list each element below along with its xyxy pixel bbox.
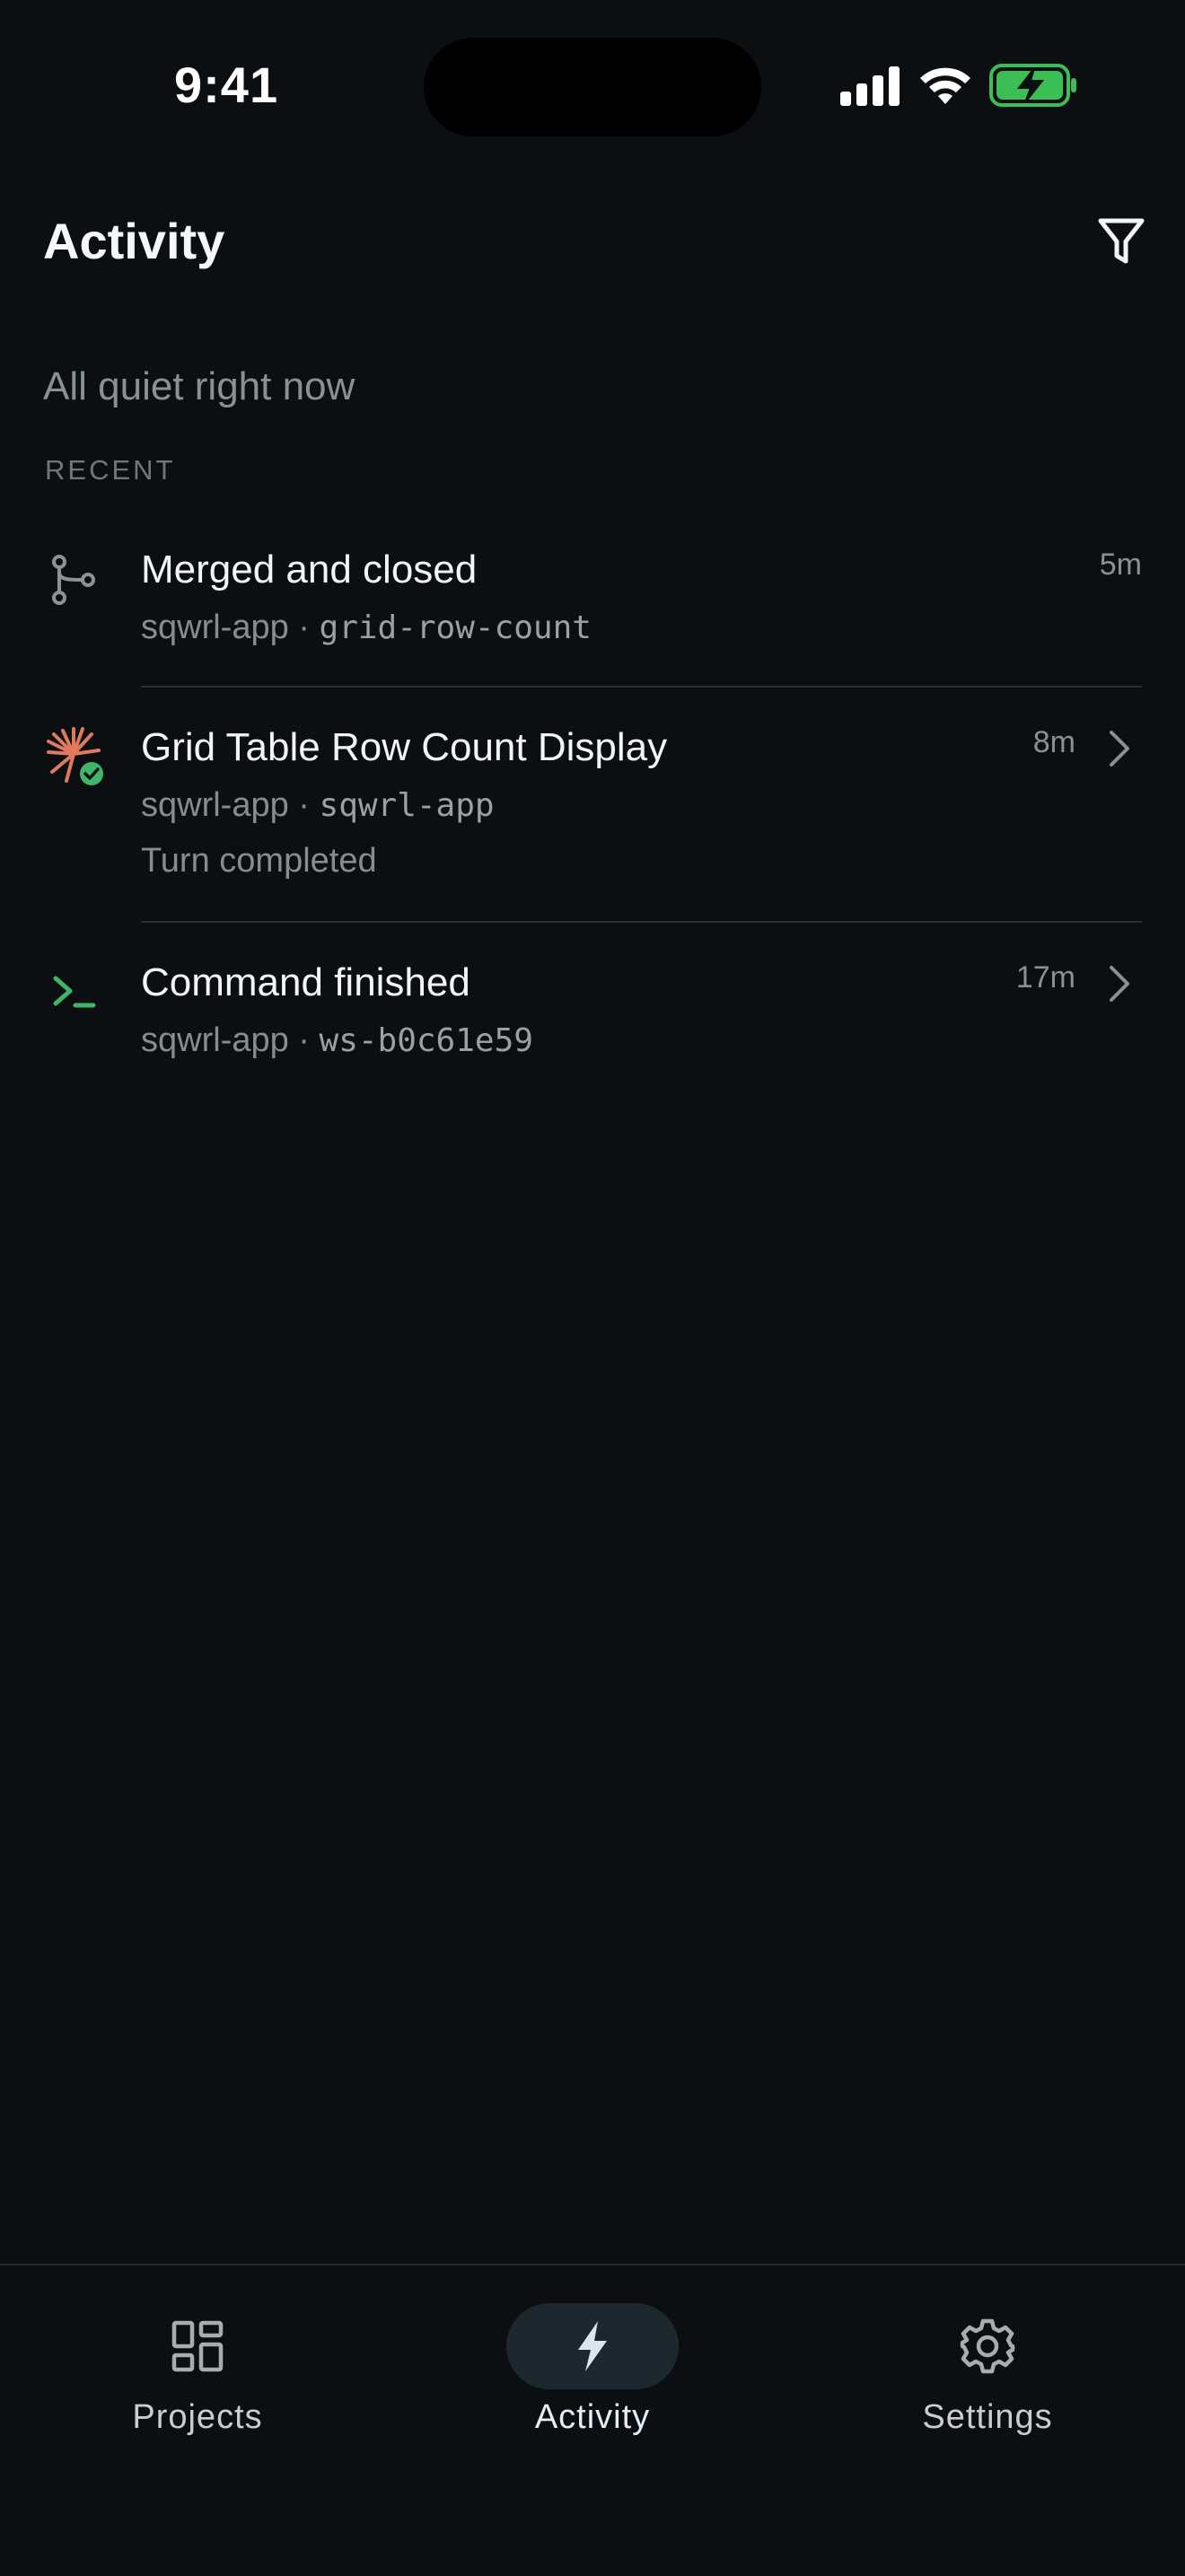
tab-projects[interactable]: Projects — [63, 2298, 332, 2495]
tab-icon-container — [111, 2303, 284, 2389]
activity-project: sqwrl-app — [141, 1021, 289, 1059]
tab-settings[interactable]: Settings — [853, 2298, 1122, 2495]
activity-time: 5m — [1099, 548, 1142, 582]
divider — [141, 921, 1142, 923]
tab-icon-container — [506, 2303, 679, 2389]
git-merge-icon — [52, 555, 95, 605]
terminal-prompt-icon — [53, 976, 96, 1008]
tab-activity[interactable]: Activity — [458, 2298, 727, 2495]
activity-ref: grid-row-count — [319, 609, 592, 646]
separator: · — [298, 609, 310, 646]
activity-subtitle: sqwrl-app · ws-b0c61e59 — [141, 1021, 533, 1060]
activity-subtitle: sqwrl-app · sqwrl-app — [141, 786, 495, 825]
section-label-recent: RECENT — [45, 454, 176, 486]
empty-state-text: All quiet right now — [43, 364, 356, 408]
chevron-right-icon — [1110, 966, 1129, 1002]
tab-label: Activity — [534, 2398, 651, 2436]
separator: · — [298, 786, 310, 824]
activity-title: Command finished — [141, 960, 470, 1004]
projects-grid-icon — [171, 2320, 224, 2372]
activity-status: Turn completed — [141, 842, 377, 880]
activity-row-merged[interactable]: Merged and closed sqwrl-app · grid-row-c… — [0, 521, 1185, 688]
tab-label: Settings — [922, 2398, 1053, 2436]
activity-ref: ws-b0c61e59 — [319, 1022, 533, 1059]
divider — [141, 686, 1142, 688]
filter-icon — [1098, 218, 1145, 264]
filter-button[interactable] — [1092, 212, 1151, 271]
wifi-icon — [920, 67, 970, 104]
dynamic-island — [424, 38, 761, 136]
tab-icon-container — [901, 2303, 1074, 2389]
battery-charging-icon — [989, 64, 1076, 107]
separator: · — [298, 1021, 310, 1059]
agent-burst-icon — [47, 727, 106, 788]
activity-row-agent-turn[interactable]: Grid Table Row Count Display sqwrl-app ·… — [0, 689, 1185, 921]
page-title: Activity — [43, 213, 225, 269]
activity-ref: sqwrl-app — [319, 787, 495, 824]
activity-title: Grid Table Row Count Display — [141, 725, 668, 769]
cellular-signal-icon — [840, 66, 900, 106]
activity-row-command[interactable]: Command finished sqwrl-app · ws-b0c61e59… — [0, 924, 1185, 1093]
activity-title: Merged and closed — [141, 548, 478, 591]
activity-time: 17m — [1015, 960, 1075, 994]
chevron-right-icon — [1110, 731, 1129, 767]
tab-label: Projects — [132, 2398, 263, 2436]
bolt-icon — [578, 2321, 607, 2371]
activity-time: 8m — [1032, 725, 1075, 759]
status-time: 9:41 — [174, 57, 279, 113]
check-badge-icon — [80, 762, 103, 785]
activity-project: sqwrl-app — [141, 786, 289, 824]
activity-project: sqwrl-app — [141, 609, 289, 646]
activity-subtitle: sqwrl-app · grid-row-count — [141, 609, 592, 647]
gear-icon — [960, 2318, 1015, 2374]
